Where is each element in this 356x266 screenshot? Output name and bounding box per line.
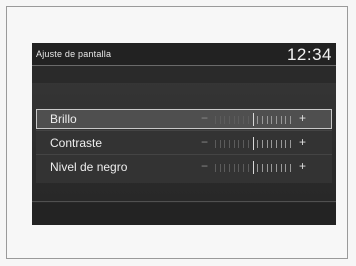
row-divider	[36, 154, 332, 155]
level-tick	[248, 116, 249, 124]
header-bar: Ajuste de pantalla 12:34	[32, 43, 336, 65]
level-tick	[276, 116, 277, 124]
level-tick	[229, 116, 230, 124]
level-tick	[234, 116, 235, 124]
level-tick	[248, 164, 249, 172]
setting-row-black-level[interactable]: Nivel de negro − +	[36, 157, 332, 177]
level-tick	[238, 116, 239, 124]
level-tick	[220, 140, 221, 148]
footer-band	[32, 203, 336, 225]
increase-icon[interactable]: +	[299, 159, 306, 173]
decrease-icon[interactable]: −	[201, 111, 208, 125]
decrease-icon[interactable]: −	[201, 159, 208, 173]
level-tick	[215, 140, 216, 148]
level-tick	[285, 164, 286, 172]
level-tick	[220, 164, 221, 172]
level-tick	[238, 140, 239, 148]
level-tick	[220, 116, 221, 124]
level-tick	[281, 140, 282, 148]
level-tick	[271, 140, 272, 148]
level-tick	[229, 164, 230, 172]
level-tick	[238, 164, 239, 172]
level-tick	[215, 164, 216, 172]
level-tick	[290, 164, 291, 172]
level-tick	[229, 140, 230, 148]
level-tick	[290, 116, 291, 124]
clock: 12:34	[286, 45, 332, 64]
level-tick	[243, 140, 244, 148]
level-tick	[224, 164, 225, 172]
level-tick	[267, 140, 268, 148]
increase-icon[interactable]: +	[299, 111, 306, 125]
decrease-icon[interactable]: −	[201, 135, 208, 149]
increase-icon[interactable]: +	[299, 135, 306, 149]
level-tick	[234, 164, 235, 172]
level-tick	[224, 140, 225, 148]
level-tick	[257, 116, 258, 124]
level-tick	[224, 116, 225, 124]
level-tick	[281, 116, 282, 124]
level-tick	[243, 116, 244, 124]
level-tick	[243, 164, 244, 172]
setting-label: Contraste	[50, 136, 103, 150]
level-tick	[267, 164, 268, 172]
level-tick	[281, 164, 282, 172]
settings-list: Brillo − + Contraste − + Nivel de negro …	[36, 107, 332, 183]
display-screen: Ajuste de pantalla 12:34 Brillo − + Cont…	[32, 43, 336, 225]
level-slider[interactable]	[215, 161, 291, 174]
level-tick	[276, 140, 277, 148]
level-tick	[285, 140, 286, 148]
level-tick	[257, 140, 258, 148]
level-tick	[262, 140, 263, 148]
level-marker	[253, 113, 254, 126]
footer-divider	[32, 201, 336, 202]
screen-title: Ajuste de pantalla	[36, 49, 112, 59]
level-tick	[267, 116, 268, 124]
row-divider	[36, 130, 332, 131]
setting-row-brightness[interactable]: Brillo − +	[36, 109, 332, 129]
setting-label: Brillo	[50, 112, 77, 126]
level-slider[interactable]	[215, 113, 291, 126]
level-tick	[248, 140, 249, 148]
level-tick	[271, 116, 272, 124]
level-tick	[257, 164, 258, 172]
level-marker	[253, 137, 254, 150]
level-tick	[276, 164, 277, 172]
level-tick	[285, 116, 286, 124]
level-tick	[215, 116, 216, 124]
setting-label: Nivel de negro	[50, 160, 128, 174]
level-marker	[253, 161, 254, 174]
level-tick	[262, 116, 263, 124]
level-tick	[290, 140, 291, 148]
setting-row-contrast[interactable]: Contraste − +	[36, 133, 332, 153]
level-tick	[271, 164, 272, 172]
level-tick	[262, 164, 263, 172]
header-band	[32, 66, 336, 83]
level-tick	[234, 140, 235, 148]
level-slider[interactable]	[215, 137, 291, 150]
